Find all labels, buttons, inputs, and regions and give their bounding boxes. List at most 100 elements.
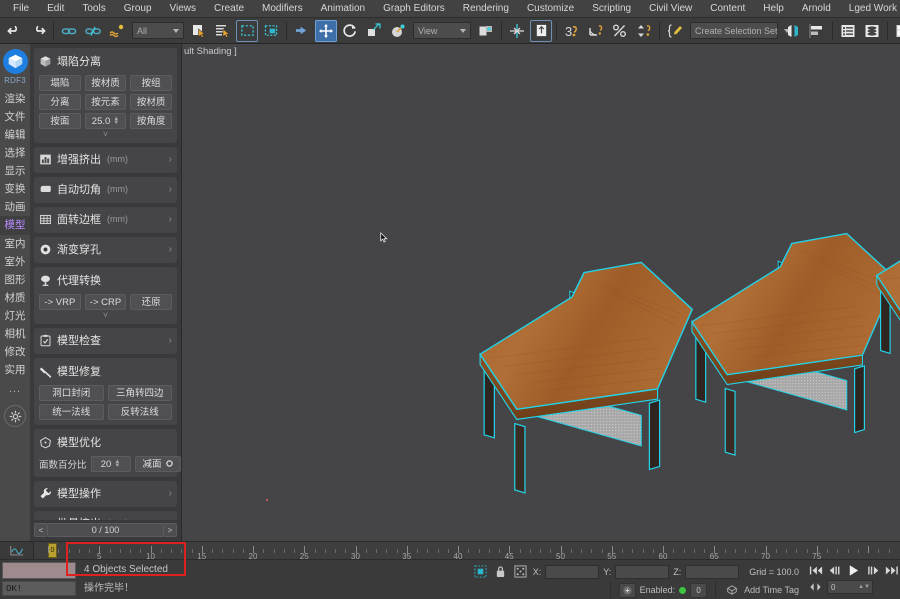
panel-button-0-1-0[interactable]: 分离 bbox=[39, 94, 81, 110]
section-header-3[interactable]: 面转边框 (mm) › bbox=[39, 210, 172, 230]
scene-explorer-icon[interactable] bbox=[861, 20, 883, 42]
rail-item-8[interactable]: 室内 bbox=[0, 235, 30, 253]
panel-section-2[interactable]: 自动切角 (mm) › bbox=[34, 177, 177, 203]
layer-explorer-icon[interactable] bbox=[837, 20, 859, 42]
chevron-right-icon[interactable]: › bbox=[169, 335, 172, 346]
menu-item-group[interactable]: Group bbox=[115, 0, 161, 18]
timeline-ruler[interactable]: 0 5 10 15 20 25 30 35 40 45 50 55 60 65 70 75 bbox=[34, 542, 900, 559]
absolute-mode-icon[interactable] bbox=[513, 564, 529, 580]
percent-snap-icon[interactable] bbox=[609, 20, 631, 42]
panel-section-9[interactable]: 模型操作 › bbox=[34, 481, 177, 507]
rail-item-6[interactable]: 动画 bbox=[0, 198, 30, 216]
spinner-snap-icon[interactable] bbox=[633, 20, 655, 42]
face-percent-spinner[interactable]: 20 ▲ ▼ bbox=[90, 456, 131, 472]
reduce-faces-button[interactable]: 减面 bbox=[134, 456, 181, 472]
use-pivot-icon[interactable] bbox=[475, 20, 497, 42]
undo-icon[interactable] bbox=[3, 20, 25, 42]
snap-toggle-icon[interactable]: 3 bbox=[561, 20, 583, 42]
select-scale-icon[interactable] bbox=[363, 20, 385, 42]
rail-item-0[interactable]: 渲染 bbox=[0, 90, 30, 108]
unlink-icon[interactable] bbox=[82, 20, 104, 42]
rail-item-13[interactable]: 相机 bbox=[0, 325, 30, 343]
section-header-8[interactable]: 模型优化 bbox=[39, 433, 172, 453]
panel-button-0-0-0[interactable]: 塌陷 bbox=[39, 75, 81, 91]
menu-item-rendering[interactable]: Rendering bbox=[454, 0, 518, 18]
rail-more-button[interactable]: ... bbox=[9, 379, 21, 399]
menu-item-lged-work[interactable]: Lged Work bbox=[840, 0, 900, 18]
bind-space-warp-icon[interactable] bbox=[106, 20, 128, 42]
redo-icon[interactable] bbox=[27, 20, 49, 42]
pager-label[interactable]: 0 / 100 bbox=[48, 523, 163, 537]
previous-frame-icon[interactable] bbox=[826, 562, 843, 578]
z-field[interactable] bbox=[685, 564, 740, 579]
panel-button-5-0-1[interactable]: -> CRP bbox=[84, 294, 127, 310]
y-field[interactable] bbox=[615, 564, 670, 579]
timeline-trackbar[interactable]: 0 5 10 15 20 25 30 35 40 45 50 55 60 65 70 75 bbox=[0, 541, 900, 559]
settings-gear-icon[interactable] bbox=[4, 405, 26, 427]
key-filter-button[interactable]: 0 bbox=[690, 582, 708, 598]
chevron-right-icon[interactable]: › bbox=[169, 184, 172, 195]
rail-item-15[interactable]: 实用 bbox=[0, 361, 30, 379]
section-header-7[interactable]: 模型修复 bbox=[39, 362, 172, 382]
menu-item-scripting[interactable]: Scripting bbox=[583, 0, 640, 18]
panel-button-7-0-1[interactable]: 三角转四边 bbox=[107, 385, 172, 401]
pager-prev-button[interactable]: < bbox=[34, 523, 48, 537]
menu-item-help[interactable]: Help bbox=[754, 0, 793, 18]
panel-button-7-1-1[interactable]: 反转法线 bbox=[107, 404, 172, 420]
angle-snap-icon[interactable] bbox=[585, 20, 607, 42]
panel-section-7[interactable]: 模型修复 洞口封闭 三角转四边 统一法线 反转法线 bbox=[34, 358, 177, 425]
align-panel-icon[interactable] bbox=[806, 20, 828, 42]
rail-item-2[interactable]: 编辑 bbox=[0, 126, 30, 144]
panel-section-3[interactable]: 面转边框 (mm) › bbox=[34, 207, 177, 233]
spinner-arrows-icon[interactable]: ▲ ▼ bbox=[113, 116, 119, 126]
panel-section-1[interactable]: 增强挤出 (mm) › bbox=[34, 147, 177, 173]
align-icon[interactable] bbox=[530, 20, 552, 42]
panel-button-byangle[interactable]: 按角度 bbox=[130, 113, 173, 129]
auto-key-icon[interactable] bbox=[618, 582, 636, 598]
panel-button-7-0-0[interactable]: 洞口封闭 bbox=[39, 385, 104, 401]
window-crossing-icon[interactable] bbox=[260, 20, 282, 42]
edit-named-selection-icon[interactable] bbox=[664, 20, 686, 42]
select-by-name-icon[interactable] bbox=[212, 20, 234, 42]
selection-set-dropdown[interactable]: Create Selection Set bbox=[690, 22, 790, 39]
status-color-swatch[interactable] bbox=[2, 562, 76, 579]
rail-item-3[interactable]: 选择 bbox=[0, 144, 30, 162]
plugin-panel-scroll[interactable]: 塌陷分离 塌陷 按材质 按组 分离 按元素 按材质 按面 25.0 ▲ ▼ 按角度 ˅ 增强挤出 (mm) ›… bbox=[30, 44, 181, 520]
chevron-right-icon[interactable]: › bbox=[169, 214, 172, 225]
key-mode-icon[interactable] bbox=[807, 579, 824, 595]
menu-item-modifiers[interactable]: Modifiers bbox=[253, 0, 312, 18]
play-icon[interactable] bbox=[845, 562, 862, 578]
curve-editor-icon[interactable] bbox=[892, 20, 900, 42]
settings-dot-icon[interactable] bbox=[165, 457, 173, 471]
panel-section-10[interactable]: 批量挤出(mm)› bbox=[34, 511, 177, 520]
menu-item-create[interactable]: Create bbox=[205, 0, 253, 18]
panel-section-5[interactable]: 代理转换 -> VRP -> CRP 还原 ˅ bbox=[34, 267, 177, 324]
panel-button-0-1-1[interactable]: 按元素 bbox=[84, 94, 127, 110]
menu-item-edit[interactable]: Edit bbox=[38, 0, 73, 18]
rail-item-7[interactable]: 模型 bbox=[0, 216, 30, 235]
select-rotate-icon[interactable] bbox=[339, 20, 361, 42]
selection-lock-icon[interactable] bbox=[473, 564, 489, 580]
angle-spinner[interactable]: 25.0 ▲ ▼ bbox=[84, 113, 127, 129]
time-slider-handle[interactable]: 0 bbox=[48, 543, 57, 558]
chevron-right-icon[interactable]: › bbox=[169, 244, 172, 255]
rail-item-11[interactable]: 材质 bbox=[0, 289, 30, 307]
rail-item-14[interactable]: 修改 bbox=[0, 343, 30, 361]
panel-section-0[interactable]: 塌陷分离 塌陷 按材质 按组 分离 按元素 按材质 按面 25.0 ▲ ▼ 按角度 ˅ bbox=[34, 48, 177, 143]
section-header-1[interactable]: 增强挤出 (mm) › bbox=[39, 150, 172, 170]
frame-spinner-icon[interactable]: ▲▼ bbox=[858, 584, 872, 590]
panel-section-8[interactable]: 模型优化 面数百分比 20 ▲ ▼ 减面 bbox=[34, 429, 181, 477]
menu-item-views[interactable]: Views bbox=[161, 0, 206, 18]
pager-next-button[interactable]: > bbox=[163, 523, 177, 537]
rail-item-1[interactable]: 文件 bbox=[0, 108, 30, 126]
next-frame-icon[interactable] bbox=[864, 562, 881, 578]
panel-button-5-0-0[interactable]: -> VRP bbox=[39, 294, 81, 310]
panel-button-0-1-2[interactable]: 按材质 bbox=[130, 94, 173, 110]
viewport[interactable]: ult Shading ] bbox=[182, 44, 900, 541]
select-object-icon[interactable] bbox=[188, 20, 210, 42]
chevron-right-icon[interactable]: › bbox=[169, 154, 172, 165]
lock-icon[interactable] bbox=[493, 564, 509, 580]
section-header-9[interactable]: 模型操作 › bbox=[39, 484, 172, 504]
select-move-icon[interactable] bbox=[315, 19, 337, 42]
section-header-4[interactable]: 渐变穿孔 › bbox=[39, 240, 172, 260]
